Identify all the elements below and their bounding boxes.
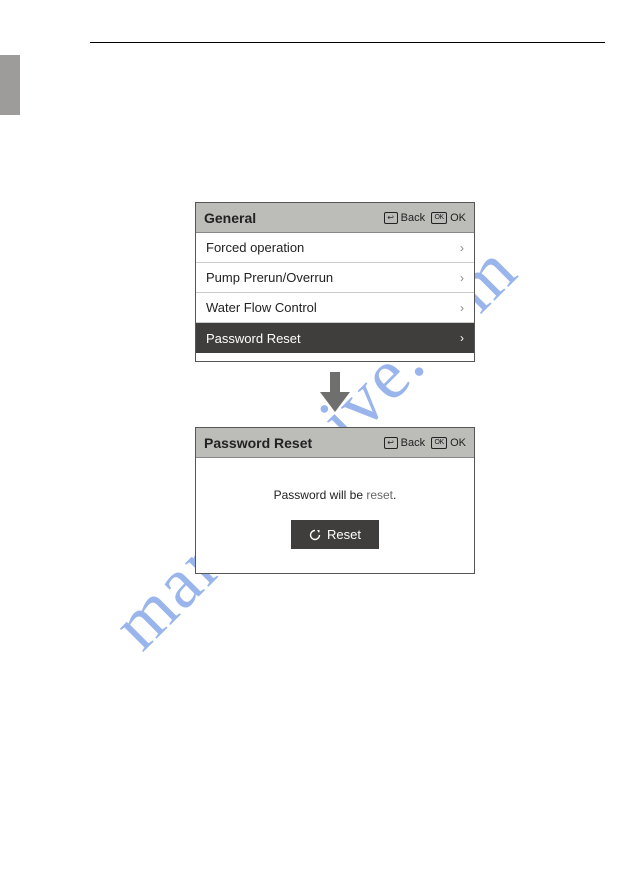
header-actions: ↩ Back OK OK [384,437,466,449]
menu-item-pump-prerun-overrun[interactable]: Pump Prerun/Overrun › [196,263,474,293]
chevron-right-icon: › [460,301,464,315]
back-action[interactable]: ↩ Back [384,437,425,449]
ok-icon: OK [431,437,447,449]
password-reset-screen: Password Reset ↩ Back OK OK Password wil… [195,427,475,574]
chevron-right-icon: › [460,271,464,285]
password-reset-title: Password Reset [204,435,312,451]
general-menu-list: Forced operation › Pump Prerun/Overrun ›… [196,233,474,353]
back-label: Back [401,437,425,449]
page-top-rule [90,42,605,43]
down-arrow-icon [320,372,350,417]
password-reset-body: Password will be reset. Reset [196,458,474,573]
menu-label: Water Flow Control [206,300,317,315]
msg-suffix: reset [366,488,393,502]
reset-message: Password will be reset. [206,488,464,502]
chevron-right-icon: › [460,241,464,255]
header-actions: ↩ Back OK OK [384,212,466,224]
refresh-icon [309,529,321,541]
back-icon: ↩ [384,437,398,449]
chevron-right-icon: › [460,331,464,345]
msg-end: . [393,488,396,502]
ok-label: OK [450,212,466,224]
menu-item-water-flow-control[interactable]: Water Flow Control › [196,293,474,323]
general-title: General [204,210,256,226]
back-icon: ↩ [384,212,398,224]
ok-label: OK [450,437,466,449]
menu-item-password-reset[interactable]: Password Reset › [196,323,474,353]
side-tab [0,55,20,115]
general-header: General ↩ Back OK OK [196,203,474,233]
menu-item-forced-operation[interactable]: Forced operation › [196,233,474,263]
password-reset-header: Password Reset ↩ Back OK OK [196,428,474,458]
msg-prefix: Password will be [274,488,367,502]
menu-label: Forced operation [206,240,304,255]
ok-action[interactable]: OK OK [431,437,466,449]
reset-button[interactable]: Reset [291,520,379,549]
screens-container: General ↩ Back OK OK Forced operation › … [195,202,475,574]
ok-action[interactable]: OK OK [431,212,466,224]
menu-label: Pump Prerun/Overrun [206,270,333,285]
general-menu-screen: General ↩ Back OK OK Forced operation › … [195,202,475,362]
back-label: Back [401,212,425,224]
ok-icon: OK [431,212,447,224]
reset-button-label: Reset [327,527,361,542]
menu-label: Password Reset [206,331,301,346]
screen-bottom-pad [196,353,474,361]
back-action[interactable]: ↩ Back [384,212,425,224]
